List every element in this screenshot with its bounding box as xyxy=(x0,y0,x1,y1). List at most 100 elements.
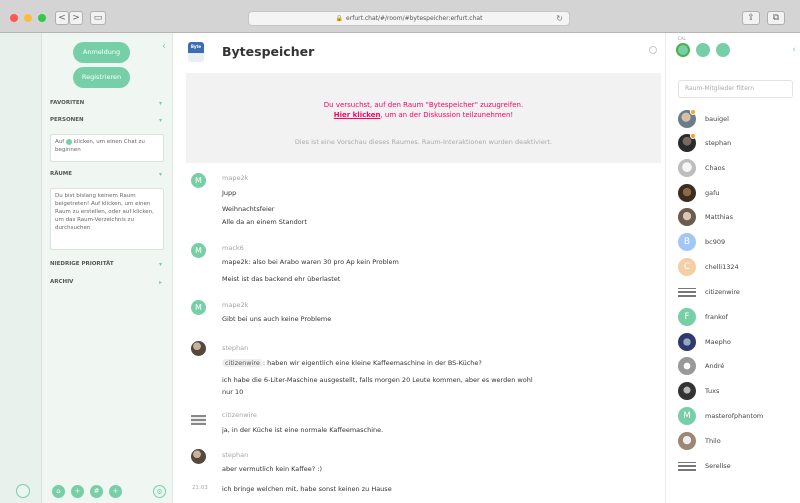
member-name: Maepho xyxy=(705,338,731,346)
section-people[interactable]: PERSONEN ▾ xyxy=(50,117,164,124)
create-room-icon[interactable]: + xyxy=(109,485,122,498)
people-hint-prefix: Auf xyxy=(55,139,65,145)
avatar[interactable] xyxy=(191,415,206,425)
avatar: C xyxy=(678,258,696,276)
room-settings-icon[interactable] xyxy=(649,46,657,54)
avatar[interactable] xyxy=(191,341,206,356)
member-item[interactable]: C chelli1324 xyxy=(678,258,798,278)
member-list-panel: CAL ‹ Raum-Mitglieder filtern bauigel st… xyxy=(665,33,800,503)
member-item[interactable]: stephan xyxy=(678,133,798,154)
avatar[interactable] xyxy=(191,449,206,464)
member-item[interactable]: Serellse xyxy=(678,457,798,477)
notifications-tab-icon[interactable] xyxy=(716,43,730,57)
chevron-down-icon: ▾ xyxy=(158,171,162,178)
section-favorites-label: FAVORITEN xyxy=(50,100,85,106)
sidebar-toggle-icon[interactable]: ▭ xyxy=(90,11,106,25)
address-bar[interactable]: 🔒 erfurt.chat/#/room/#bytespeicher:erfurt… xyxy=(248,11,570,26)
register-button[interactable]: Registrieren xyxy=(73,67,130,88)
member-item[interactable]: bauigel xyxy=(678,109,798,130)
preview-join-line: Hier klicken, um an der Diskussion teilz… xyxy=(186,110,661,120)
avatar xyxy=(678,357,696,375)
minimize-window-button[interactable] xyxy=(24,14,32,22)
files-tab-icon[interactable] xyxy=(696,43,710,57)
right-panel-label: CAL xyxy=(678,36,686,41)
member-name: Tuxs xyxy=(705,387,720,395)
mention-pill[interactable]: citizenwire xyxy=(222,359,263,367)
back-button[interactable]: < xyxy=(55,11,69,25)
section-low-priority-label: NIEDRIGE PRIORITÄT xyxy=(50,261,114,267)
member-item[interactable]: F frankof xyxy=(678,308,798,328)
message-sender[interactable]: citizenwire xyxy=(222,411,257,419)
section-archive[interactable]: ARCHIV ▸ xyxy=(50,279,164,286)
avatar xyxy=(678,432,696,450)
forward-button[interactable]: > xyxy=(69,11,83,25)
message-sender[interactable]: mape2k xyxy=(222,301,248,309)
member-item[interactable]: Thilo xyxy=(678,432,798,452)
message-body: nur 10 xyxy=(222,388,244,396)
rooms-hint: Du bist bislang keinem Raum beigetreten!… xyxy=(50,188,164,250)
section-rooms[interactable]: RÄUME ▾ xyxy=(50,171,164,178)
join-room-link[interactable]: Hier klicken xyxy=(334,111,381,119)
member-item[interactable]: Tuxs xyxy=(678,382,798,402)
settings-icon[interactable]: ⚙ xyxy=(153,485,166,498)
start-chat-icon[interactable]: + xyxy=(71,485,84,498)
member-item[interactable]: Matthias xyxy=(678,208,798,228)
riot-app: ‹ Anmeldung Registrieren FAVORITEN ▾ PER… xyxy=(0,33,800,503)
member-name: Chaos xyxy=(705,164,726,172)
member-name: bc909 xyxy=(705,238,726,246)
zoom-window-button[interactable] xyxy=(38,14,46,22)
avatar[interactable]: M xyxy=(191,243,206,258)
message-sender[interactable]: mape2k xyxy=(222,174,248,182)
members-tab-icon[interactable] xyxy=(676,43,690,57)
member-item[interactable]: Chaos xyxy=(678,159,798,179)
start-chat-icon[interactable] xyxy=(65,138,72,145)
avatar xyxy=(678,462,696,471)
close-window-button[interactable] xyxy=(10,14,18,22)
member-item[interactable]: Maepho xyxy=(678,333,798,353)
member-item[interactable]: B bc909 xyxy=(678,233,798,253)
member-name: André xyxy=(705,362,725,370)
member-name: Matthias xyxy=(705,213,733,221)
message-sender[interactable]: mack6 xyxy=(222,244,244,252)
avatar: M xyxy=(678,407,696,425)
preview-warning-text: Du versuchst, auf den Raum "Bytespeicher… xyxy=(323,101,524,109)
room-avatar[interactable]: Byte xyxy=(188,42,204,62)
message-sender[interactable]: stephan xyxy=(222,451,248,459)
home-icon[interactable]: ⌂ xyxy=(52,485,65,498)
section-favorites[interactable]: FAVORITEN ▾ xyxy=(50,100,164,107)
message-body: citizenwire: haben wir eigentlich eine k… xyxy=(222,359,482,367)
avatar xyxy=(678,184,696,202)
share-icon[interactable]: ⇪ xyxy=(742,11,760,25)
member-item[interactable]: M masterofphantom xyxy=(678,407,798,427)
member-item[interactable]: citizenwire xyxy=(678,283,798,303)
tabs-icon[interactable]: ⧉ xyxy=(767,11,785,25)
collapse-left-panel-icon[interactable]: ‹ xyxy=(162,41,166,52)
login-button[interactable]: Anmeldung xyxy=(73,42,130,63)
section-archive-label: ARCHIV xyxy=(50,279,74,285)
member-filter-input[interactable]: Raum-Mitglieder filtern xyxy=(678,80,793,98)
message-timestamp: 21:03 xyxy=(192,485,208,491)
member-name: chelli1324 xyxy=(705,263,739,271)
room-avatar-text: Byte xyxy=(190,44,202,49)
member-item[interactable]: André xyxy=(678,357,798,377)
message-sender[interactable]: stephan xyxy=(222,344,248,352)
collapse-right-panel-icon[interactable]: ‹ xyxy=(792,45,796,55)
room-view: Byte Bytespeicher Du versuchst, auf den … xyxy=(173,33,665,503)
preview-info: Dies ist eine Vorschau dieses Raumes. Ra… xyxy=(294,138,553,146)
preview-warning: Du versuchst, auf den Raum "Bytespeicher… xyxy=(186,100,661,120)
reload-icon[interactable]: ↻ xyxy=(556,12,563,25)
room-directory-icon[interactable]: # xyxy=(90,485,103,498)
avatar[interactable]: M xyxy=(191,173,206,188)
room-header: Byte Bytespeicher xyxy=(173,33,665,71)
member-name: bauigel xyxy=(705,115,729,123)
avatar[interactable]: M xyxy=(191,300,206,315)
room-title[interactable]: Bytespeicher xyxy=(222,44,314,59)
section-low-priority[interactable]: NIEDRIGE PRIORITÄT ▾ xyxy=(50,261,164,268)
member-item[interactable]: gafu xyxy=(678,184,798,204)
room-preview-bar: Du versuchst, auf den Raum "Bytespeicher… xyxy=(186,73,661,163)
message-body: Gibt bei uns auch keine Probleme xyxy=(222,315,332,323)
community-settings-icon[interactable] xyxy=(16,484,30,498)
member-name: citizenwire xyxy=(705,288,740,296)
message-text: : haben wir eigentlich eine kleine Kaffe… xyxy=(262,359,482,367)
url-text: erfurt.chat/#/room/#bytespeicher:erfurt.… xyxy=(346,15,483,22)
